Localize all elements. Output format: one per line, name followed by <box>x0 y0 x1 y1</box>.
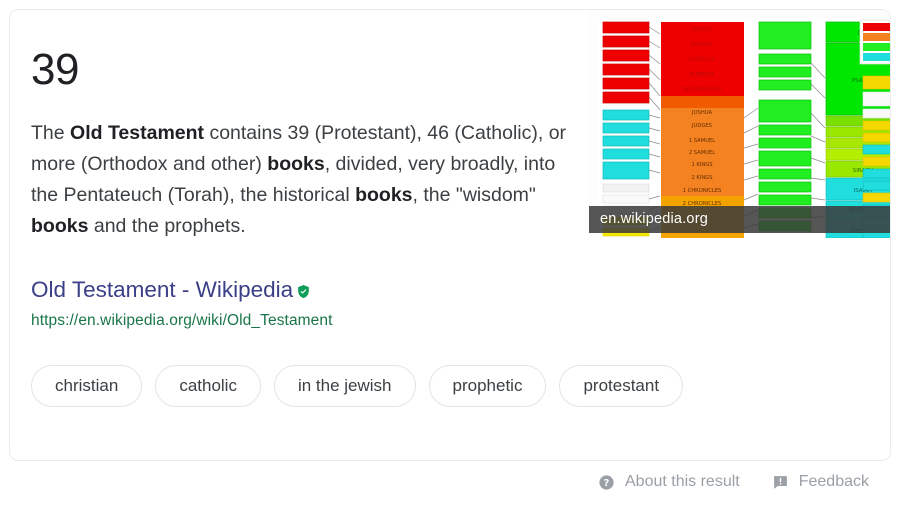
related-chip-label: prophetic <box>452 376 523 395</box>
feedback-button[interactable]: Feedback <box>772 473 869 491</box>
answer-number: 39 <box>31 45 79 94</box>
svg-text:1 SAMUEL: 1 SAMUEL <box>689 138 715 144</box>
answer-content: 39 The Old Testament contains 39 (Protes… <box>10 10 684 460</box>
source-block: Old Testament - Wikipedia https://en.wik… <box>31 276 590 331</box>
source-url[interactable]: https://en.wikipedia.org/wiki/Old_Testam… <box>31 310 590 331</box>
answer-description-emphasis: books <box>267 153 325 175</box>
svg-text:2 KINGS: 2 KINGS <box>691 175 712 181</box>
answer-description-text: The <box>31 122 71 144</box>
related-chip[interactable]: protestant <box>559 365 684 407</box>
help-circle-icon: ? <box>598 474 615 491</box>
related-chip-label: protestant <box>583 376 660 395</box>
source-title-link[interactable]: Old Testament - Wikipedia <box>31 276 311 304</box>
related-chip[interactable]: christian <box>31 365 143 407</box>
result-thumbnail[interactable]: JOSHUA JUDGES 1 SAMUEL 2 SAMUEL 1 KINGS … <box>589 10 890 238</box>
thumbnail-source-label: en.wikipedia.org <box>589 206 890 233</box>
svg-text:1 KINGS: 1 KINGS <box>691 162 712 168</box>
related-chip[interactable]: prophetic <box>428 365 547 407</box>
svg-text:JOSHUA: JOSHUA <box>691 110 713 116</box>
svg-text:PSALMS: PSALMS <box>852 78 875 84</box>
svg-text:1 CHRONICLES: 1 CHRONICLES <box>683 188 722 194</box>
google-answer-card-page: 39 The Old Testament contains 39 (Protes… <box>0 0 900 505</box>
source-title-text: Old Testament - Wikipedia <box>31 277 294 302</box>
answer-description: The Old Testament contains 39 (Protestan… <box>31 118 576 242</box>
svg-text:SIRACH: SIRACH <box>853 168 874 174</box>
verified-shield-icon <box>296 284 311 299</box>
related-chips: christian catholic in the jewish prophetic p… <box>31 365 684 407</box>
svg-text:NUMBERS: NUMBERS <box>690 72 715 78</box>
answer-description-text: and the prophets. <box>88 215 246 237</box>
feedback-bubble-icon <box>772 474 789 491</box>
svg-text:LEVITICUS: LEVITICUS <box>689 57 715 63</box>
old-testament-books-diagram: JOSHUA JUDGES 1 SAMUEL 2 SAMUEL 1 KINGS … <box>598 18 890 238</box>
svg-text:JOB: JOB <box>857 30 868 36</box>
svg-text:EXODUS: EXODUS <box>692 42 713 48</box>
answer-description-emphasis: Old Testament <box>70 122 205 144</box>
feedback-label: Feedback <box>798 473 869 490</box>
svg-text:2 SAMUEL: 2 SAMUEL <box>689 150 715 156</box>
related-chip[interactable]: in the jewish <box>273 365 416 407</box>
related-chip-label: christian <box>55 376 119 395</box>
svg-text:DEUTERONOMY: DEUTERONOMY <box>682 87 722 93</box>
about-this-result-button[interactable]: ? About this result <box>598 473 740 491</box>
answer-description-text: , the "wisdom" <box>412 184 536 206</box>
answer-card: 39 The Old Testament contains 39 (Protes… <box>9 9 891 461</box>
about-this-result-label: About this result <box>625 473 740 490</box>
svg-text:ISAIAH: ISAIAH <box>854 188 873 194</box>
card-footer: ? About this result Feedback <box>9 462 891 502</box>
answer-description-emphasis: books <box>31 215 89 237</box>
related-chip[interactable]: catholic <box>155 365 261 407</box>
related-chip-label: in the jewish <box>297 376 392 395</box>
svg-text:JUDGES: JUDGES <box>691 123 712 129</box>
related-chip-label: catholic <box>179 376 237 395</box>
svg-text:?: ? <box>604 478 610 489</box>
svg-text:GENESIS: GENESIS <box>691 27 713 33</box>
answer-description-emphasis: books <box>355 184 413 206</box>
